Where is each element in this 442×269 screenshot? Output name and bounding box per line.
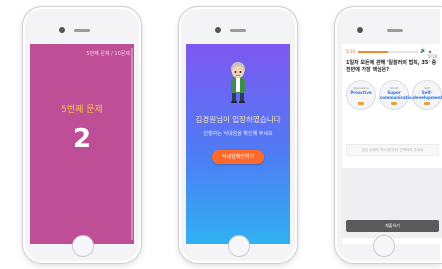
- home-button[interactable]: [228, 235, 250, 257]
- camera-icon: [215, 27, 221, 33]
- progress-area: 5/10 🔊 ◀ 5/10: [346, 48, 439, 59]
- welcome-message: 김경원님이 입장하였습니다: [195, 115, 281, 124]
- answer-option[interactable]: Aggressive Proactive: [346, 80, 376, 110]
- submit-button[interactable]: 제출하기: [346, 220, 439, 232]
- home-button[interactable]: [72, 235, 94, 257]
- phone-welcome: 김경원님이 입장하였습니다 진행자는 닉네임을 확인해 주세요 닉네임확인하기: [178, 6, 298, 264]
- option-illustration-icon: [391, 102, 397, 105]
- question-counter: ◀ 5/10: [428, 49, 437, 59]
- option-label: Super communication: [380, 90, 415, 100]
- welcome-subtitle: 진행자는 닉네임을 확인해 주세요: [203, 131, 273, 137]
- progress-label: 5/10: [346, 49, 355, 54]
- progress-bar: [358, 51, 418, 53]
- question-text: 1일차 모든에 관해 '일잘러의 법칙, 35' 중 전반에 가장 핵심은?: [346, 60, 437, 73]
- welcome-screen: 김경원님이 입장하였습니다 진행자는 닉네임을 확인해 주세요 닉네임확인하기: [186, 44, 290, 244]
- option-illustration-icon: [358, 102, 364, 105]
- option-label: Proactive: [350, 90, 372, 95]
- phone-answer-choice: 5/10 🔊 ◀ 5/10 1일차 모든에 관해 '일잘러의 법칙, 35' 중…: [334, 6, 442, 264]
- answer-screen: 5/10 🔊 ◀ 5/10 1일차 모든에 관해 '일잘러의 법칙, 35' 중…: [342, 44, 442, 244]
- speaker-grille: [387, 29, 403, 32]
- option-label: Self-development: [413, 90, 442, 100]
- answer-options: Aggressive Proactive Smart Super communi…: [344, 80, 442, 120]
- speaker-grille: [74, 29, 90, 32]
- answer-option[interactable]: Self Self-development: [412, 80, 442, 110]
- speaker-grille: [230, 29, 246, 32]
- confirm-nickname-button[interactable]: 닉네임확인하기: [212, 150, 264, 164]
- question-screen: 5번째 문제 / 10문제 5번째 문제 2: [30, 44, 134, 244]
- home-button[interactable]: [373, 235, 395, 257]
- progress-fill: [358, 51, 388, 53]
- option-illustration-icon: [424, 102, 430, 105]
- avatar-character-icon: [231, 62, 245, 103]
- question-title: 5번째 문제: [61, 105, 103, 115]
- question-counter: 5번째 문제 / 10문제: [86, 51, 130, 57]
- camera-icon: [357, 27, 363, 33]
- phone-quiz-question: 5번째 문제 / 10문제 5번째 문제 2: [22, 6, 142, 264]
- speaker-icon[interactable]: 🔊: [420, 48, 426, 54]
- answer-option[interactable]: Smart Super communication: [379, 80, 415, 110]
- answer-hint: 정답 아래의 박스에 따라 선택하여 주세요: [346, 144, 439, 156]
- camera-icon: [59, 27, 65, 33]
- question-number: 2: [72, 124, 92, 154]
